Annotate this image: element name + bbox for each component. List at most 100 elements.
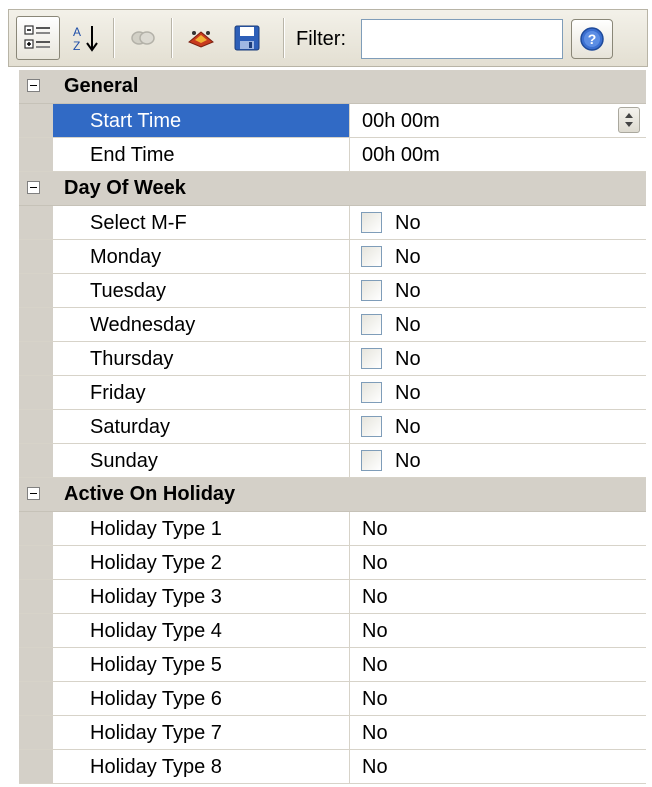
property-row-start-time[interactable]: Start Time 00h 00m [19, 104, 646, 138]
property-name-cell[interactable]: Holiday Type 7 [53, 716, 350, 749]
property-value-cell[interactable]: No [350, 410, 646, 443]
checkbox[interactable] [361, 212, 382, 233]
help-button[interactable]: ? [571, 19, 613, 59]
property-value[interactable]: No [362, 756, 388, 779]
category-active-on-holiday[interactable]: Active On Holiday [19, 478, 646, 512]
property-name-cell[interactable]: End Time [53, 138, 350, 171]
property-name-cell[interactable]: Holiday Type 3 [53, 580, 350, 613]
checkbox[interactable] [361, 348, 382, 369]
filter-label: Filter: [296, 28, 346, 50]
property-name-cell[interactable]: Wednesday [53, 308, 350, 341]
property-value[interactable]: No [362, 518, 388, 541]
svg-text:A: A [73, 25, 81, 39]
categorized-icon [24, 25, 50, 49]
category-general[interactable]: General [19, 70, 646, 104]
category-day-of-week[interactable]: Day Of Week [19, 172, 646, 206]
filter-input[interactable] [361, 19, 563, 59]
property-value-cell[interactable]: No [350, 682, 646, 715]
property-row-end-time[interactable]: End Time 00h 00m [19, 138, 646, 172]
property-name-cell[interactable]: Select M-F [53, 206, 350, 239]
property-value-cell[interactable]: No [350, 512, 646, 545]
save-button[interactable] [225, 16, 269, 60]
alphabetical-sort-button[interactable]: A Z [64, 16, 108, 60]
checkbox-label: No [395, 450, 421, 472]
property-value[interactable]: No [362, 552, 388, 575]
property-name-cell[interactable]: Monday [53, 240, 350, 273]
property-grid-toolbar: A Z Filter: ? [8, 9, 648, 67]
end-time-value[interactable]: 00h 00m [362, 144, 440, 167]
collapse-icon[interactable] [27, 487, 40, 500]
property-value[interactable]: No [362, 688, 388, 711]
checkbox[interactable] [361, 416, 382, 437]
property-value-cell[interactable]: No [350, 240, 646, 273]
floppy-disk-icon [234, 25, 260, 51]
property-name-cell[interactable]: Sunday [53, 444, 350, 477]
checkbox[interactable] [361, 314, 382, 335]
property-value-cell[interactable]: No [350, 308, 646, 341]
property-row-holiday-type-8[interactable]: Holiday Type 8 No [19, 750, 646, 784]
property-value[interactable]: No [362, 620, 388, 643]
property-value-cell[interactable]: No [350, 750, 646, 783]
property-name-cell[interactable]: Holiday Type 1 [53, 512, 350, 545]
categorized-view-button[interactable] [16, 16, 60, 60]
property-value-cell[interactable]: No [350, 580, 646, 613]
eraser-icon [188, 31, 214, 48]
property-value-cell[interactable]: No [350, 376, 646, 409]
checkbox-label: No [395, 246, 421, 268]
property-name-cell[interactable]: Thursday [53, 342, 350, 375]
property-name-cell[interactable]: Saturday [53, 410, 350, 443]
property-row-select-m-f[interactable]: Select M-F No [19, 206, 646, 240]
property-pages-button[interactable] [121, 16, 165, 60]
property-row-holiday-type-1[interactable]: Holiday Type 1 No [19, 512, 646, 546]
property-row-wednesday[interactable]: Wednesday No [19, 308, 646, 342]
property-name-cell[interactable]: Holiday Type 5 [53, 648, 350, 681]
property-value-cell[interactable]: 00h 00m [350, 104, 646, 137]
property-value-cell[interactable]: No [350, 716, 646, 749]
property-name-cell[interactable]: Holiday Type 8 [53, 750, 350, 783]
checkbox[interactable] [361, 280, 382, 301]
checkbox[interactable] [361, 450, 382, 471]
checkbox[interactable] [361, 382, 382, 403]
spinner-arrows-icon [625, 113, 633, 127]
property-name-cell[interactable]: Friday [53, 376, 350, 409]
property-name-cell[interactable]: Tuesday [53, 274, 350, 307]
property-name-cell[interactable]: Holiday Type 2 [53, 546, 350, 579]
property-row-holiday-type-5[interactable]: Holiday Type 5 No [19, 648, 646, 682]
collapse-icon[interactable] [27, 181, 40, 194]
property-value[interactable]: No [362, 722, 388, 745]
property-name-cell[interactable]: Holiday Type 4 [53, 614, 350, 647]
property-name-cell[interactable]: Start Time [53, 104, 350, 137]
property-value-cell[interactable]: No [350, 546, 646, 579]
sort-az-icon: A Z [73, 25, 98, 53]
property-row-saturday[interactable]: Saturday No [19, 410, 646, 444]
property-row-tuesday[interactable]: Tuesday No [19, 274, 646, 308]
property-grid-window: A Z Filter: ? General Start Time 00h 00m… [0, 0, 652, 787]
property-row-holiday-type-6[interactable]: Holiday Type 6 No [19, 682, 646, 716]
clear-button[interactable] [179, 16, 223, 60]
property-value-cell[interactable]: No [350, 614, 646, 647]
property-name-cell[interactable]: Holiday Type 6 [53, 682, 350, 715]
property-value[interactable]: No [362, 586, 388, 609]
collapse-icon[interactable] [27, 79, 40, 92]
category-label: Day Of Week [64, 177, 186, 199]
property-value-cell[interactable]: No [350, 274, 646, 307]
property-row-holiday-type-7[interactable]: Holiday Type 7 No [19, 716, 646, 750]
time-spinner[interactable] [618, 107, 640, 133]
property-row-monday[interactable]: Monday No [19, 240, 646, 274]
property-value-cell[interactable]: No [350, 206, 646, 239]
category-label: General [64, 75, 139, 97]
property-row-friday[interactable]: Friday No [19, 376, 646, 410]
property-value-cell[interactable]: No [350, 342, 646, 375]
property-row-holiday-type-3[interactable]: Holiday Type 3 No [19, 580, 646, 614]
property-row-sunday[interactable]: Sunday No [19, 444, 646, 478]
start-time-value[interactable]: 00h 00m [362, 110, 440, 133]
property-pages-icon [131, 31, 155, 45]
property-row-holiday-type-2[interactable]: Holiday Type 2 No [19, 546, 646, 580]
checkbox[interactable] [361, 246, 382, 267]
property-value-cell[interactable]: No [350, 444, 646, 477]
property-value-cell[interactable]: 00h 00m [350, 138, 646, 171]
property-value[interactable]: No [362, 654, 388, 677]
property-row-thursday[interactable]: Thursday No [19, 342, 646, 376]
property-row-holiday-type-4[interactable]: Holiday Type 4 No [19, 614, 646, 648]
property-value-cell[interactable]: No [350, 648, 646, 681]
